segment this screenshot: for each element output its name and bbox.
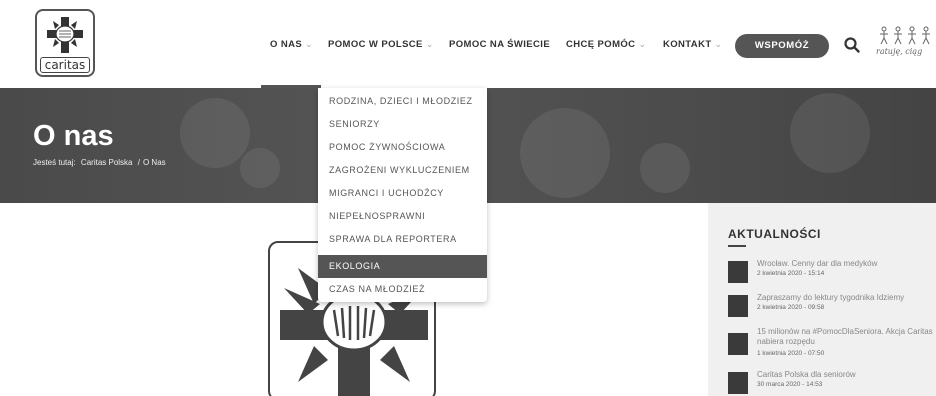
nav-item-pomoc-na-swiecie[interactable]: POMOC NA ŚWIECIE (449, 39, 550, 50)
nav-item-kontakt[interactable]: KONTAKT ⌄ (663, 39, 723, 50)
breadcrumb: Jesteś tutaj: Caritas Polska / O Nas (33, 158, 169, 167)
nav-item-label: POMOC NA ŚWIECIE (449, 39, 551, 50)
nav-item-label: KONTAKT (663, 39, 712, 50)
news-item[interactable]: Caritas Polska dla seniorów 30 marca 202… (728, 370, 936, 396)
dropdown-item-ekologia[interactable]: EKOLOGIA (318, 255, 487, 278)
chevron-down-icon: ⌄ (425, 39, 434, 49)
news-thumbnail[interactable] (728, 333, 748, 355)
ratuje-campaign-logo[interactable]: ratuję, ciąg (876, 24, 932, 64)
bokeh-decoration (180, 98, 250, 168)
breadcrumb-separator: / (137, 158, 140, 167)
caritas-cross-icon (47, 17, 83, 53)
ratuje-text: ratuję, ciąg (876, 47, 923, 56)
news-sidebar: AKTUALNOŚCI Wrocław. Cenny dar dla medyk… (708, 203, 936, 396)
news-title[interactable]: 15 milionów na #PomocDlaSeniora. Akcja C… (757, 327, 936, 347)
nav-item-chce-pomoc[interactable]: CHCĘ POMÓC ⌄ (566, 39, 646, 50)
breadcrumb-current: O Nas (142, 158, 166, 167)
logo-text: caritas (44, 58, 86, 72)
nav-item-label: POMOC W POLSCE (328, 39, 423, 50)
chevron-down-icon: ⌄ (638, 39, 647, 49)
dropdown-item-niepelnosprawni[interactable]: NIEPEŁNOSPRAWNI (318, 205, 487, 228)
dropdown-item-zagrozeni-wykluczeniem[interactable]: ZAGROŻENI WYKLUCZENIEM (318, 159, 487, 182)
search-icon[interactable] (843, 36, 861, 54)
page-title: O nas (33, 120, 114, 152)
news-item[interactable]: Zapraszamy do lektury tygodnika Idziemy … (728, 293, 936, 321)
news-date: 2 kwietnia 2020 - 15:14 (757, 270, 825, 277)
nav-item-pomoc-w-polsce[interactable]: POMOC W POLSCE ⌄ (328, 39, 434, 50)
dropdown-item-migranci[interactable]: MIGRANCI I UCHODŹCY (318, 182, 487, 205)
people-icon (880, 26, 930, 45)
nav-item-label: O NAS (270, 39, 303, 50)
news-thumbnail[interactable] (728, 261, 748, 283)
news-title[interactable]: Wrocław. Cenny dar dla medyków (757, 259, 936, 269)
chevron-down-icon: ⌄ (305, 39, 314, 49)
breadcrumb-prefix: Jesteś tutaj: (33, 158, 76, 167)
breadcrumb-home-link[interactable]: Caritas Polska (81, 158, 133, 167)
bokeh-decoration (240, 148, 280, 188)
caritas-logo[interactable]: caritas (35, 9, 95, 77)
dropdown-item-seniorzy[interactable]: SENIORZY (318, 113, 487, 136)
dropdown-item-rodzina[interactable]: RODZINA, DZIECI I MŁODZIEZ (318, 90, 487, 113)
site-header: caritas O NAS ⌄ POMOC W POLSCE ⌄ POMOC NA … (0, 0, 936, 88)
sidebar-title: AKTUALNOŚCI (728, 227, 821, 241)
nav-item-o-nas[interactable]: O NAS ⌄ (270, 39, 313, 50)
donate-button[interactable]: WSPOMÓŻ (735, 34, 829, 58)
news-thumbnail[interactable] (728, 295, 748, 317)
bokeh-decoration (640, 143, 690, 193)
nav-dropdown-o-nas: RODZINA, DZIECI I MŁODZIEZ SENIORZY POMO… (318, 88, 487, 302)
dropdown-item-pomoc-zywnosciowa[interactable]: POMOC ŻYWNOŚCIOWA (318, 136, 487, 159)
bokeh-decoration (520, 108, 610, 198)
bokeh-decoration (790, 93, 870, 173)
news-date: 1 kwietnia 2020 - 07:50 (757, 350, 825, 357)
chevron-down-icon: ⌄ (714, 39, 723, 49)
dropdown-item-czas-na-mlodziez[interactable]: CZAS NA MŁODZIEŻ (318, 278, 487, 301)
news-title[interactable]: Caritas Polska dla seniorów (757, 370, 936, 380)
news-title[interactable]: Zapraszamy do lektury tygodnika Idziemy (757, 293, 936, 303)
news-date: 30 marca 2020 - 14:53 (757, 381, 823, 388)
news-thumbnail[interactable] (728, 372, 748, 394)
news-date: 2 kwietnia 2020 - 09:58 (757, 304, 825, 311)
nav-item-label: CHCĘ POMÓC (566, 39, 636, 50)
news-item[interactable]: Wrocław. Cenny dar dla medyków 2 kwietni… (728, 259, 936, 287)
sidebar-title-rule (728, 245, 746, 247)
news-item[interactable]: 15 milionów na #PomocDlaSeniora. Akcja C… (728, 327, 936, 367)
dropdown-item-sprawa-dla-reportera[interactable]: SPRAWA DLA REPORTERA (318, 228, 487, 251)
